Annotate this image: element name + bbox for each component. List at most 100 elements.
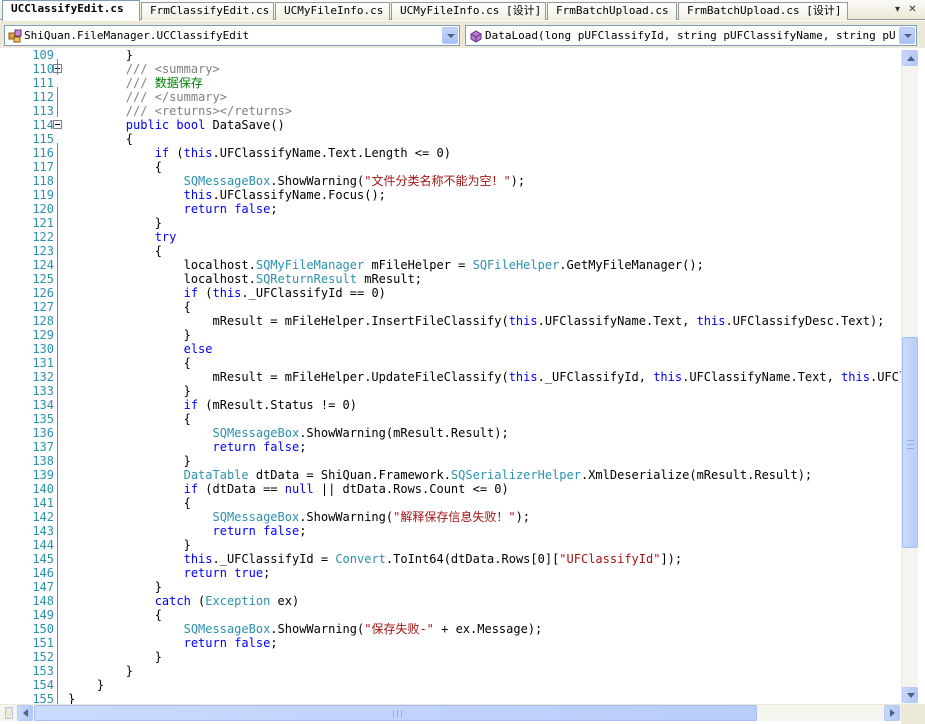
scroll-left-button[interactable] [17,705,33,721]
code-line[interactable]: 139 DataTable dtData = ShiQuan.Framework… [0,468,901,482]
code-line[interactable]: 111 /// 数据保存 [0,76,901,90]
code-line[interactable]: 141 { [0,496,901,510]
code-line[interactable]: 113 /// <returns></returns> [0,104,901,118]
chevron-down-icon[interactable] [899,27,915,44]
code-line[interactable]: 119 this.UFClassifyName.Focus(); [0,188,901,202]
code-line[interactable]: 121 } [0,216,901,230]
vertical-scrollbar[interactable] [901,50,918,704]
close-icon[interactable]: ✕ [906,3,919,16]
outline-guide [57,59,58,75]
code-line[interactable]: 118 SQMessageBox.ShowWarning("文件分类名称不能为空… [0,174,901,188]
code-line[interactable]: 147 } [0,580,901,594]
tab-ucmyfileinfo[interactable]: UCMyFileInfo.cs [275,2,390,20]
code-line[interactable]: 151 return false; [0,636,901,650]
code-token: SQMessageBox [68,510,300,524]
code-text: else [68,342,213,356]
code-token: if [68,398,199,412]
tab-frmbatchupload-design[interactable]: FrmBatchUpload.cs [设计] [678,2,848,20]
code-text: return false; [68,202,278,216]
split-handle[interactable] [5,707,13,719]
code-line[interactable]: 133 } [0,384,901,398]
code-token: mResult = mFileHelper.InsertFileClassify… [68,314,509,328]
line-number: 112 [32,90,54,104]
code-line[interactable]: 120 return false; [0,202,901,216]
code-line[interactable]: 117 { [0,160,901,174]
code-line[interactable]: 140 if (dtData == null || dtData.Rows.Co… [0,482,901,496]
code-line[interactable]: 115 { [0,132,901,146]
code-token: + ex.Message); [433,622,543,636]
code-line[interactable]: 137 return false; [0,440,901,454]
code-line[interactable]: 122 try [0,230,901,244]
line-number: 154 [32,678,54,692]
tab-ucclassifyedit[interactable]: UCClassifyEdit.cs [2,0,140,21]
line-number: 134 [32,398,54,412]
scroll-up-button[interactable] [902,50,918,66]
tab-ucmyfileinfo-design[interactable]: UCMyFileInfo.cs [设计] [391,2,546,20]
member-dropdown[interactable]: DataLoad(long pUFClassifyId, string pUFC… [465,25,917,46]
code-token: (mResult.Status != 0) [198,398,357,412]
code-line[interactable]: 132 mResult = mFileHelper.UpdateFileClas… [0,370,901,384]
code-line[interactable]: 138 } [0,454,901,468]
code-line[interactable]: 149 { [0,608,901,622]
code-line[interactable]: 123 { [0,244,901,258]
code-line[interactable]: 155} [0,692,901,704]
code-line[interactable]: 114 public bool DataSave() [0,118,901,132]
code-line[interactable]: 143 return false; [0,524,901,538]
code-token: 数据保存 [147,76,203,90]
collapse-outline-icon[interactable] [53,120,62,129]
code-line[interactable]: 146 return true; [0,566,901,580]
class-dropdown[interactable]: ShiQuan.FileManager.UCClassifyEdit [4,25,460,46]
scroll-down-button[interactable] [902,687,918,703]
line-number: 143 [32,524,54,538]
code-line[interactable]: 154 } [0,678,901,692]
code-token: /// [68,90,148,104]
code-text: { [68,608,162,622]
code-line[interactable]: 134 if (mResult.Status != 0) [0,398,901,412]
chevron-down-icon[interactable]: ▾ [891,3,904,16]
code-line[interactable]: 128 mResult = mFileHelper.InsertFileClas… [0,314,901,328]
member-dropdown-value: DataLoad(long pUFClassifyId, string pUFC… [485,29,896,42]
tab-frmclassifyedit[interactable]: FrmClassifyEdit.cs [141,2,274,20]
line-number: 152 [32,650,54,664]
code-line[interactable]: 129 } [0,328,901,342]
scroll-right-button[interactable] [884,705,900,721]
code-token: try [68,230,177,244]
code-line[interactable]: 136 SQMessageBox.ShowWarning(mResult.Res… [0,426,901,440]
code-token: } [68,538,191,552]
code-line[interactable]: 150 SQMessageBox.ShowWarning("保存失败-" + e… [0,622,901,636]
code-line[interactable]: 148 catch (Exception ex) [0,594,901,608]
code-line[interactable]: 131 { [0,356,901,370]
code-line[interactable]: 135 { [0,412,901,426]
code-line[interactable]: 126 if (this._UFClassifyId == 0) [0,286,901,300]
code-line[interactable]: 109 } [0,50,901,62]
chevron-down-icon[interactable] [442,27,458,44]
code-line[interactable]: 144 } [0,538,901,552]
tab-frmbatchupload[interactable]: FrmBatchUpload.cs [547,2,677,20]
line-number: 122 [32,230,54,244]
scrollbar-corner [901,704,925,724]
code-text: } [68,454,191,468]
code-line[interactable]: 142 SQMessageBox.ShowWarning("解释保存信息失败！"… [0,510,901,524]
line-number: 155 [32,692,54,704]
horizontal-scroll-thumb[interactable] [34,705,757,721]
code-line[interactable]: 145 this._UFClassifyId = Convert.ToInt64… [0,552,901,566]
code-text: return false; [68,524,306,538]
code-token: ; [270,202,278,216]
code-line[interactable]: 112 /// </summary> [0,90,901,104]
code-line[interactable]: 153 } [0,664,901,678]
code-token: false [263,524,300,538]
code-text: /// <summary> [68,62,220,76]
code-line[interactable]: 110 /// <summary> [0,62,901,76]
code-token: "保存失败-" [364,622,434,636]
code-line[interactable]: 130 else [0,342,901,356]
code-line[interactable]: 125 localhost.SQReturnResult mResult; [0,272,901,286]
grip-icon [907,448,914,449]
code-line[interactable]: 116 if (this.UFClassifyName.Text.Length … [0,146,901,160]
code-editor[interactable]: 109 } 110 /// <summary> 111 /// 数据保存 112 //… [0,50,901,704]
horizontal-scrollbar[interactable] [0,704,901,721]
code-line[interactable]: 152 } [0,650,901,664]
vertical-scroll-thumb[interactable] [902,337,918,548]
line-number: 130 [32,342,54,356]
code-line[interactable]: 127 { [0,300,901,314]
code-line[interactable]: 124 localhost.SQMyFileManager mFileHelpe… [0,258,901,272]
